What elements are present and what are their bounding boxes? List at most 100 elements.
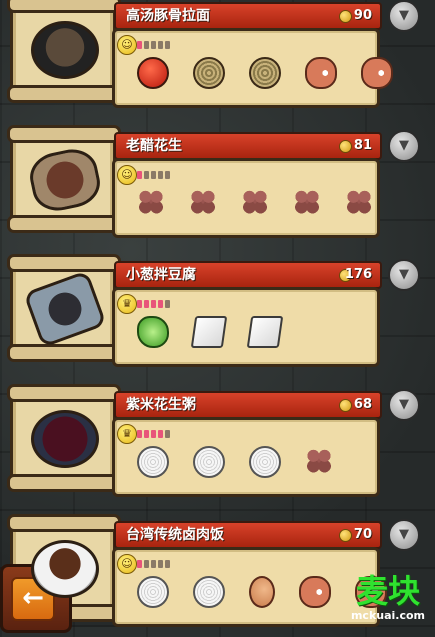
recipe-title-banner: 老醋花生 81 xyxy=(114,132,382,160)
lettuce-icon xyxy=(137,316,169,348)
dish-scroll xyxy=(7,254,121,362)
rating-pips xyxy=(137,430,170,438)
tomato-icon xyxy=(137,57,169,89)
ingredient-list xyxy=(137,187,373,215)
recipe-row[interactable]: 高汤豚骨拉面 90 ▼ ☺ xyxy=(0,0,435,118)
recipe-title-banner: 台湾传统卤肉饭 70 xyxy=(114,521,382,549)
smile-face-icon: ☺ xyxy=(117,35,137,55)
rating-pip xyxy=(137,41,142,49)
ham-icon xyxy=(361,57,393,89)
drumstick-icon xyxy=(249,576,275,608)
dish-scroll xyxy=(7,125,121,233)
peanut-icon xyxy=(305,446,333,474)
recipe-title-banner: 小葱拌豆腐 176 xyxy=(114,261,382,289)
peanut-icon xyxy=(137,187,165,215)
watermark-sub-text: mckuai.com xyxy=(350,609,426,622)
recipe-row[interactable]: 小葱拌豆腐 176 ▼ ♛ xyxy=(0,254,435,377)
rating-pip xyxy=(137,171,142,179)
chevron-down-icon: ▼ xyxy=(399,138,409,153)
dish-image xyxy=(31,21,99,79)
ricebowl-icon xyxy=(137,576,169,608)
expand-dropdown-button[interactable]: ▼ xyxy=(388,519,420,551)
recipe-title-banner: 高汤豚骨拉面 90 xyxy=(114,2,382,30)
coin-icon xyxy=(339,399,352,412)
ingredient-panel: ☺ xyxy=(112,547,387,627)
recipe-row[interactable]: 紫米花生粥 68 ▼ ♛ xyxy=(0,384,435,507)
rating-pip xyxy=(144,41,149,49)
rating-pips xyxy=(137,171,170,179)
noodle-icon xyxy=(249,57,281,89)
dish-scroll xyxy=(7,384,121,492)
recipe-title: 老醋花生 xyxy=(126,138,182,154)
noodle-icon xyxy=(193,57,225,89)
rating-pip xyxy=(158,560,163,568)
dish-image xyxy=(31,540,99,598)
recipe-title: 小葱拌豆腐 xyxy=(126,267,196,283)
dish-image xyxy=(25,144,105,216)
peanut-icon xyxy=(241,187,269,215)
rating-pip xyxy=(165,41,170,49)
watermark-logo: 麦块 mckuai.com xyxy=(345,573,431,625)
ricebowl-icon xyxy=(193,576,225,608)
dish-scroll xyxy=(7,0,121,103)
rating-pip xyxy=(165,430,170,438)
rating-pips xyxy=(137,560,170,568)
peanut-icon xyxy=(189,187,217,215)
rating-pip xyxy=(158,300,163,308)
smile-face-icon: ☺ xyxy=(117,554,137,574)
rating-pip xyxy=(158,41,163,49)
rating-pip xyxy=(165,560,170,568)
rating-pip xyxy=(151,41,156,49)
tofu-icon xyxy=(246,316,284,348)
rating-pip xyxy=(151,430,156,438)
rating-pips xyxy=(137,41,170,49)
rating-pip xyxy=(137,300,142,308)
chevron-down-icon: ▼ xyxy=(399,267,409,282)
chevron-down-icon: ▼ xyxy=(399,397,409,412)
ham-icon xyxy=(305,57,337,89)
ham-icon xyxy=(299,576,331,608)
watermark-main-text: 麦块 xyxy=(355,572,420,610)
rating-pip xyxy=(158,430,163,438)
ingredient-panel: ♛ xyxy=(112,417,380,497)
rating-pip xyxy=(137,430,142,438)
rating-pip xyxy=(144,300,149,308)
ricebowl-icon xyxy=(193,446,225,478)
coin-icon xyxy=(339,529,352,542)
ingredient-list xyxy=(137,316,284,348)
rating-pip xyxy=(151,560,156,568)
ricebowl-icon xyxy=(137,446,169,478)
recipe-price: 176 xyxy=(344,267,372,282)
crown-face-icon: ♛ xyxy=(117,294,137,314)
expand-dropdown-button[interactable]: ▼ xyxy=(388,259,420,291)
coin-icon xyxy=(339,10,352,23)
peanut-icon xyxy=(345,187,373,215)
rating-pip xyxy=(144,560,149,568)
smile-face-icon: ☺ xyxy=(117,165,137,185)
rating-pip xyxy=(151,171,156,179)
recipe-title: 台湾传统卤肉饭 xyxy=(126,527,224,543)
ingredient-list xyxy=(137,446,333,478)
rating-pip xyxy=(144,171,149,179)
crown-face-icon: ♛ xyxy=(117,424,137,444)
recipe-row[interactable]: 老醋花生 81 ▼ ☺ xyxy=(0,125,435,248)
expand-dropdown-button[interactable]: ▼ xyxy=(388,130,420,162)
rating-pip xyxy=(151,300,156,308)
expand-dropdown-button[interactable]: ▼ xyxy=(388,0,420,32)
chevron-down-icon: ▼ xyxy=(399,527,409,542)
rating-pip xyxy=(165,300,170,308)
rating-pips xyxy=(137,300,170,308)
ingredient-list xyxy=(137,57,393,89)
rating-pip xyxy=(158,171,163,179)
rating-pip xyxy=(144,430,149,438)
recipe-title: 高汤豚骨拉面 xyxy=(126,8,210,24)
tofu-icon xyxy=(190,316,228,348)
rating-pip xyxy=(165,171,170,179)
ingredient-panel: ♛ xyxy=(112,287,380,367)
ingredient-panel: ☺ xyxy=(112,158,380,238)
recipe-price: 81 xyxy=(353,138,372,153)
peanut-icon xyxy=(293,187,321,215)
expand-dropdown-button[interactable]: ▼ xyxy=(388,389,420,421)
recipe-price: 90 xyxy=(353,8,372,23)
ingredient-panel: ☺ xyxy=(112,28,393,108)
